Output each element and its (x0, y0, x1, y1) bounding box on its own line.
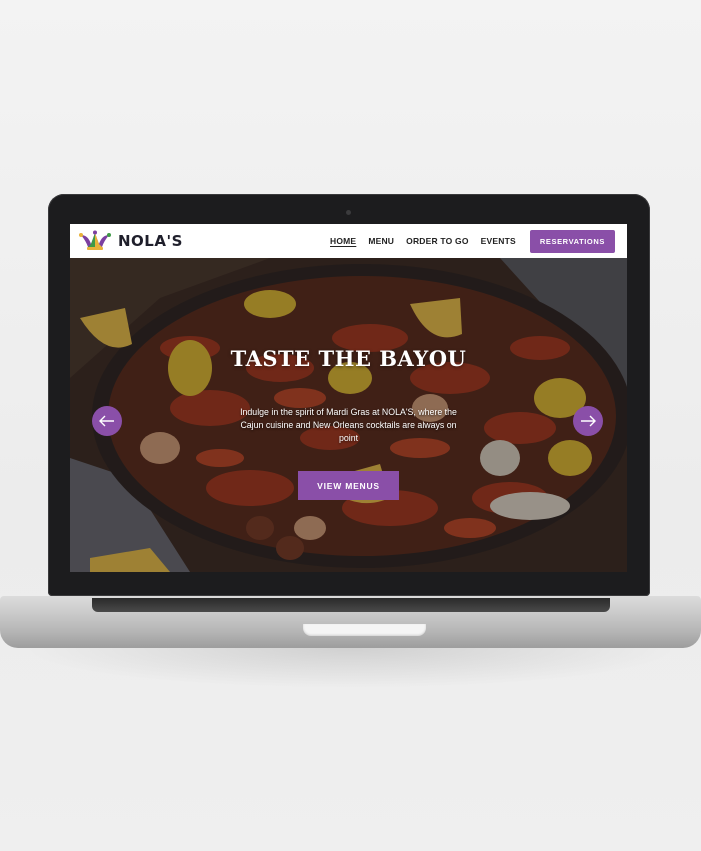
lid-opening-notch (303, 624, 426, 636)
main-nav: HOME MENU ORDER TO GO EVENTS RESERVATION… (330, 224, 615, 258)
reservations-button[interactable]: RESERVATIONS (529, 229, 615, 253)
hero-title: TASTE THE BAYOU (230, 346, 467, 371)
logo[interactable]: NOLA'S (78, 229, 183, 253)
laptop-shadow (20, 648, 681, 688)
nav-home[interactable]: HOME (330, 236, 356, 246)
arrow-right-icon (581, 415, 596, 427)
logo-text: NOLA'S (118, 232, 183, 250)
carousel-prev-button[interactable] (92, 406, 122, 436)
nav-events[interactable]: EVENTS (481, 236, 516, 246)
carousel-next-button[interactable] (573, 406, 603, 436)
jester-hat-icon (79, 230, 111, 250)
nav-order-to-go[interactable]: ORDER TO GO (406, 236, 469, 246)
laptop-screen: NOLA'S HOME MENU ORDER TO GO EVENTS RESE… (70, 224, 627, 572)
nav-menu[interactable]: MENU (368, 236, 394, 246)
view-menus-button[interactable]: VIEW MENUS (298, 471, 399, 500)
hero-banner: TASTE THE BAYOU Indulge in the spirit of… (70, 258, 627, 572)
arrow-left-icon (99, 415, 114, 427)
keyboard-hinge (92, 598, 610, 612)
hero-subtitle: Indulge in the spirit of Mardi Gras at N… (240, 407, 457, 443)
site-header: NOLA'S HOME MENU ORDER TO GO EVENTS RESE… (70, 224, 627, 258)
webcam (346, 210, 351, 215)
